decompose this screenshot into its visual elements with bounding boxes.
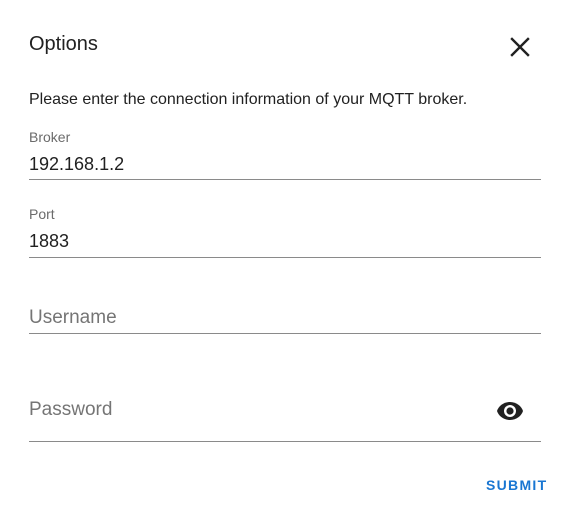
port-input[interactable]: [29, 229, 489, 253]
broker-field: Broker: [29, 127, 541, 180]
broker-input[interactable]: [29, 152, 489, 176]
port-label: Port: [29, 206, 55, 222]
options-dialog: Options Please enter the connection info…: [0, 0, 571, 517]
dialog-description: Please enter the connection information …: [29, 91, 468, 108]
submit-button[interactable]: SUBMIT: [480, 472, 553, 498]
password-input[interactable]: [29, 398, 489, 422]
port-field: Port: [29, 204, 541, 258]
password-field: [29, 396, 541, 442]
close-button[interactable]: [505, 32, 535, 62]
dialog-title: Options: [29, 33, 98, 55]
broker-label: Broker: [29, 129, 71, 145]
close-icon: [510, 37, 530, 57]
eye-icon: [497, 402, 523, 420]
show-password-button[interactable]: [495, 396, 525, 426]
username-field: [29, 306, 541, 334]
username-input[interactable]: [29, 306, 489, 330]
